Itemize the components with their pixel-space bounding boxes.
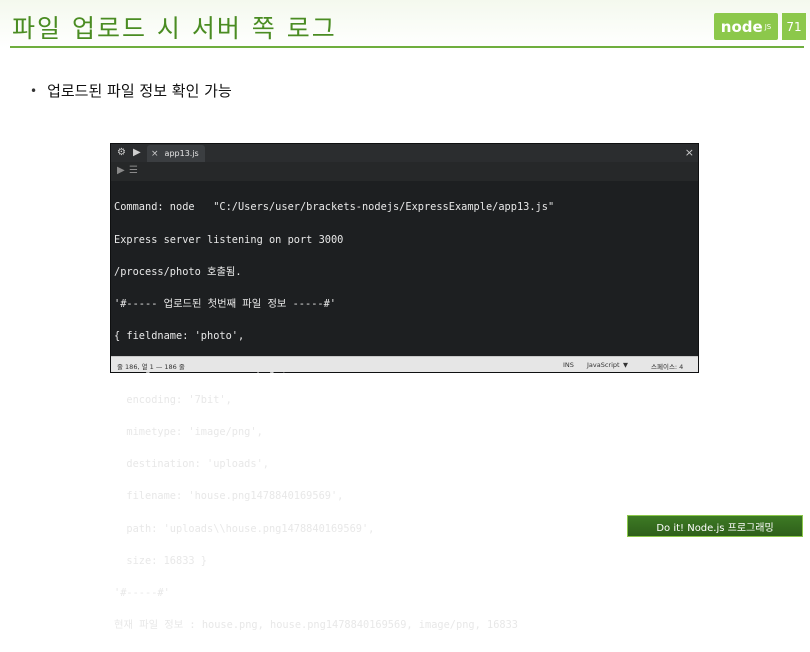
bullet-item: • 업로드된 파일 정보 확인 가능	[30, 80, 232, 101]
title-divider	[10, 46, 804, 48]
tab-label: app13.js	[164, 149, 199, 158]
slide-title: 파일 업로드 시 서버 쪽 로그	[12, 14, 337, 43]
play-icon[interactable]: ▶	[133, 147, 141, 159]
bullet-icon: •	[30, 83, 38, 98]
logo-sub: JS	[764, 22, 772, 31]
bullet-text: 업로드된 파일 정보 확인 가능	[47, 82, 232, 100]
console-line: encoding: '7bit',	[114, 394, 232, 407]
nodejs-logo: node JS	[714, 13, 778, 40]
console-line: 현재 파일 정보 : house.png, house.png147884016…	[114, 618, 518, 631]
console-line: filename: 'house.png1478840169569',	[114, 490, 344, 503]
console-line: '#-----#'	[114, 586, 170, 599]
page-number: 71	[782, 13, 806, 40]
slide-header: 파일 업로드 시 서버 쪽 로그 node JS 71	[0, 0, 810, 48]
language-select[interactable]: JavaScript	[587, 361, 620, 369]
console-line: /process/photo 호출됨.	[114, 265, 242, 278]
menu-icon[interactable]: ☰	[129, 165, 138, 176]
console-line: Express server listening on port 3000	[114, 233, 344, 246]
chevron-down-icon[interactable]: ▼	[623, 361, 628, 369]
toolbar: ▶ ☰	[111, 162, 698, 181]
status-bar: 줄 186, 열 1 — 186 줄 INS JavaScript ▼ 스페이스…	[111, 356, 698, 372]
indent-setting[interactable]: 스페이스: 4	[651, 361, 683, 371]
close-icon[interactable]: ×	[685, 146, 694, 159]
brackets-editor-window: ⚙ ▶ × app13.js × ▶ ☰ Command: node "C:/U…	[110, 143, 699, 630]
horizontal-scrollbar[interactable]	[111, 344, 698, 356]
logo-text: node	[720, 17, 763, 36]
footer-badge: Do it! Node.js 프로그래밍	[627, 515, 803, 537]
console-line: destination: 'uploads',	[114, 458, 269, 471]
console-output: Command: node "C:/Users/user/brackets-no…	[114, 181, 694, 630]
tab-bar: ⚙ ▶ × app13.js ×	[111, 144, 698, 162]
cursor-position: 줄 186, 열 1 — 186 줄	[117, 363, 185, 371]
ins-mode[interactable]: INS	[563, 361, 574, 369]
console-line: path: 'uploads\\house.png1478840169569',	[114, 522, 375, 535]
console-line: Command: node "C:/Users/user/brackets-no…	[114, 201, 555, 214]
console-line: { fieldname: 'photo',	[114, 329, 245, 342]
console-line: '#----- 업로드된 첫번째 파일 정보 -----#'	[114, 297, 336, 310]
tab-close-icon[interactable]: ×	[151, 149, 159, 159]
console-line: mimetype: 'image/png',	[114, 426, 263, 439]
tab-app13[interactable]: × app13.js	[147, 145, 205, 162]
back-icon[interactable]: ▶	[117, 165, 125, 176]
console-line: size: 16833 }	[114, 554, 207, 567]
settings-icon[interactable]: ⚙	[117, 147, 126, 159]
